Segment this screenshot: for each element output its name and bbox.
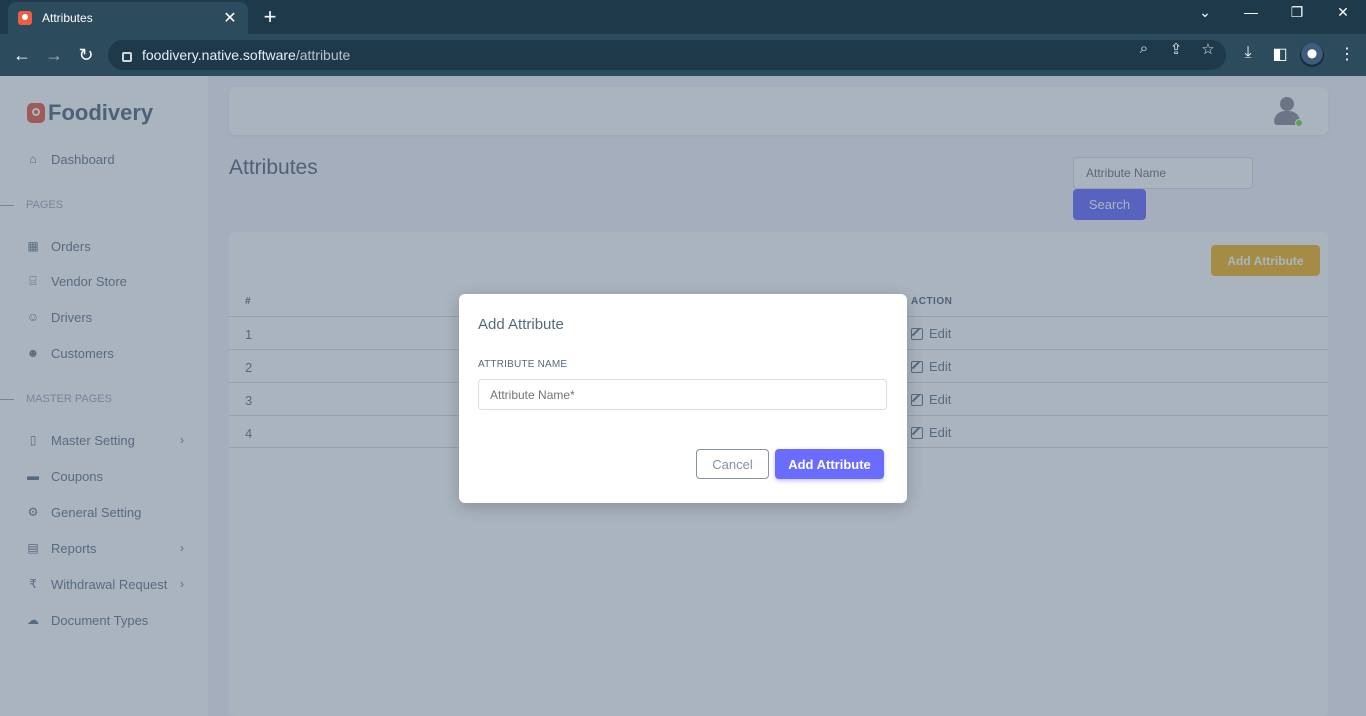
url-domain: foodivery.native.software bbox=[142, 47, 296, 63]
tab-title: Attributes bbox=[42, 11, 93, 25]
reload-icon[interactable]: ↻ bbox=[73, 42, 99, 68]
bookmark-star-icon[interactable]: ☆ bbox=[1198, 40, 1218, 58]
lock-icon bbox=[122, 52, 132, 62]
close-tab-icon[interactable]: ✕ bbox=[222, 8, 238, 28]
modal-title: Add Attribute bbox=[478, 316, 564, 333]
share-icon[interactable]: ⇪ bbox=[1166, 40, 1186, 58]
download-icon[interactable]: ⤓ bbox=[1237, 44, 1259, 62]
attribute-name-input[interactable] bbox=[478, 379, 887, 410]
add-attribute-modal: Add Attribute ATTRIBUTE NAME Cancel Add … bbox=[459, 294, 907, 503]
zoom-icon[interactable]: ⌕ bbox=[1134, 40, 1154, 57]
url-path: /attribute bbox=[295, 47, 351, 63]
browser-tab[interactable]: Attributes ✕ bbox=[8, 2, 248, 34]
back-icon[interactable]: ← bbox=[9, 42, 35, 68]
new-tab-icon[interactable]: + bbox=[260, 4, 280, 30]
restore-icon[interactable]: ❐ bbox=[1287, 4, 1307, 21]
minimize-icon[interactable]: — bbox=[1241, 4, 1261, 20]
confirm-add-attribute-button[interactable]: Add Attribute bbox=[775, 449, 884, 479]
menu-kebab-icon[interactable]: ⋮ bbox=[1336, 44, 1358, 64]
forward-icon[interactable]: → bbox=[41, 42, 67, 68]
tab-search-icon[interactable]: ⌄ bbox=[1195, 4, 1215, 21]
cancel-button[interactable]: Cancel bbox=[696, 449, 769, 479]
browser-toolbar: ← → ↻ foodivery.native.software/attribut… bbox=[0, 34, 1366, 76]
browser-tabbar: Attributes ✕ + ⌄ — ❐ ✕ bbox=[0, 0, 1366, 34]
close-window-icon[interactable]: ✕ bbox=[1333, 4, 1353, 21]
attribute-name-label: ATTRIBUTE NAME bbox=[478, 359, 568, 370]
favicon-icon bbox=[18, 11, 32, 25]
side-panel-icon[interactable]: ◧ bbox=[1269, 44, 1291, 64]
address-bar[interactable]: foodivery.native.software/attribute bbox=[108, 40, 1226, 70]
profile-avatar[interactable] bbox=[1300, 43, 1324, 67]
